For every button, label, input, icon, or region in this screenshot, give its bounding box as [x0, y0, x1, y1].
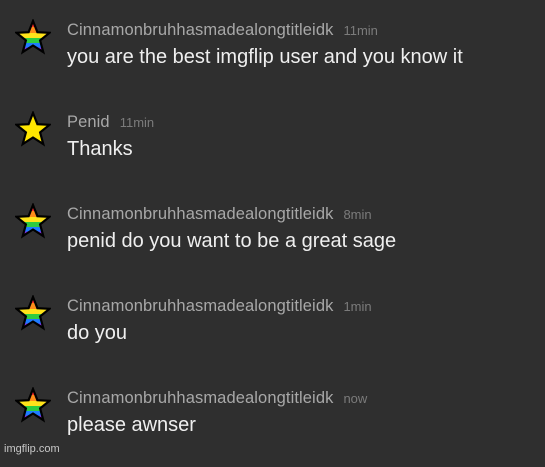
message-text: do you — [67, 322, 128, 344]
chat-message: Cinnamonbruhhasmadealongtitleidk now plea… — [0, 387, 545, 467]
message-meta: Cinnamonbruhhasmadealongtitleidk 11min — [67, 19, 378, 41]
timestamp: 8min — [343, 207, 372, 222]
message-meta: Cinnamonbruhhasmadealongtitleidk 8min — [67, 203, 372, 225]
timestamp: 1min — [343, 299, 372, 314]
chat-message: Cinnamonbruhhasmadealongtitleidk 1min do … — [0, 295, 545, 375]
timestamp: 11min — [343, 23, 378, 38]
message-meta: Cinnamonbruhhasmadealongtitleidk now — [67, 387, 367, 409]
timestamp: now — [343, 391, 368, 406]
message-meta: Cinnamonbruhhasmadealongtitleidk 1min — [67, 295, 372, 317]
chat-feed: Cinnamonbruhhasmadealongtitleidk 11min yo… — [0, 0, 545, 458]
chat-message: Cinnamonbruhhasmadealongtitleidk 11min yo… — [0, 19, 545, 99]
rainbow-star-icon[interactable] — [15, 19, 51, 55]
rainbow-star-icon[interactable] — [15, 387, 51, 423]
timestamp: 11min — [119, 115, 155, 130]
chat-message: Cinnamonbruhhasmadealongtitleidk 8min pen… — [0, 203, 545, 283]
username-link[interactable]: Cinnamonbruhhasmadealongtitleidk — [67, 21, 333, 39]
message-text: Thanks — [67, 138, 133, 160]
message-text: please awnser — [67, 414, 196, 436]
yellow-star-icon[interactable] — [15, 111, 51, 147]
username-link[interactable]: Cinnamonbruhhasmadealongtitleidk — [67, 389, 333, 407]
message-text: penid do you want to be a great sage — [67, 230, 397, 252]
imgflip-watermark: imgflip.com — [4, 443, 60, 455]
message-text: you are the best imgflip user and you kn… — [67, 46, 463, 68]
username-link[interactable]: Cinnamonbruhhasmadealongtitleidk — [67, 205, 333, 223]
chat-message: Penid 11min Thanks — [0, 111, 545, 191]
message-meta: Penid 11min — [67, 111, 154, 133]
username-link[interactable]: Penid — [67, 113, 110, 131]
username-link[interactable]: Cinnamonbruhhasmadealongtitleidk — [67, 297, 333, 315]
rainbow-star-icon[interactable] — [15, 203, 51, 239]
rainbow-star-icon[interactable] — [15, 295, 51, 331]
